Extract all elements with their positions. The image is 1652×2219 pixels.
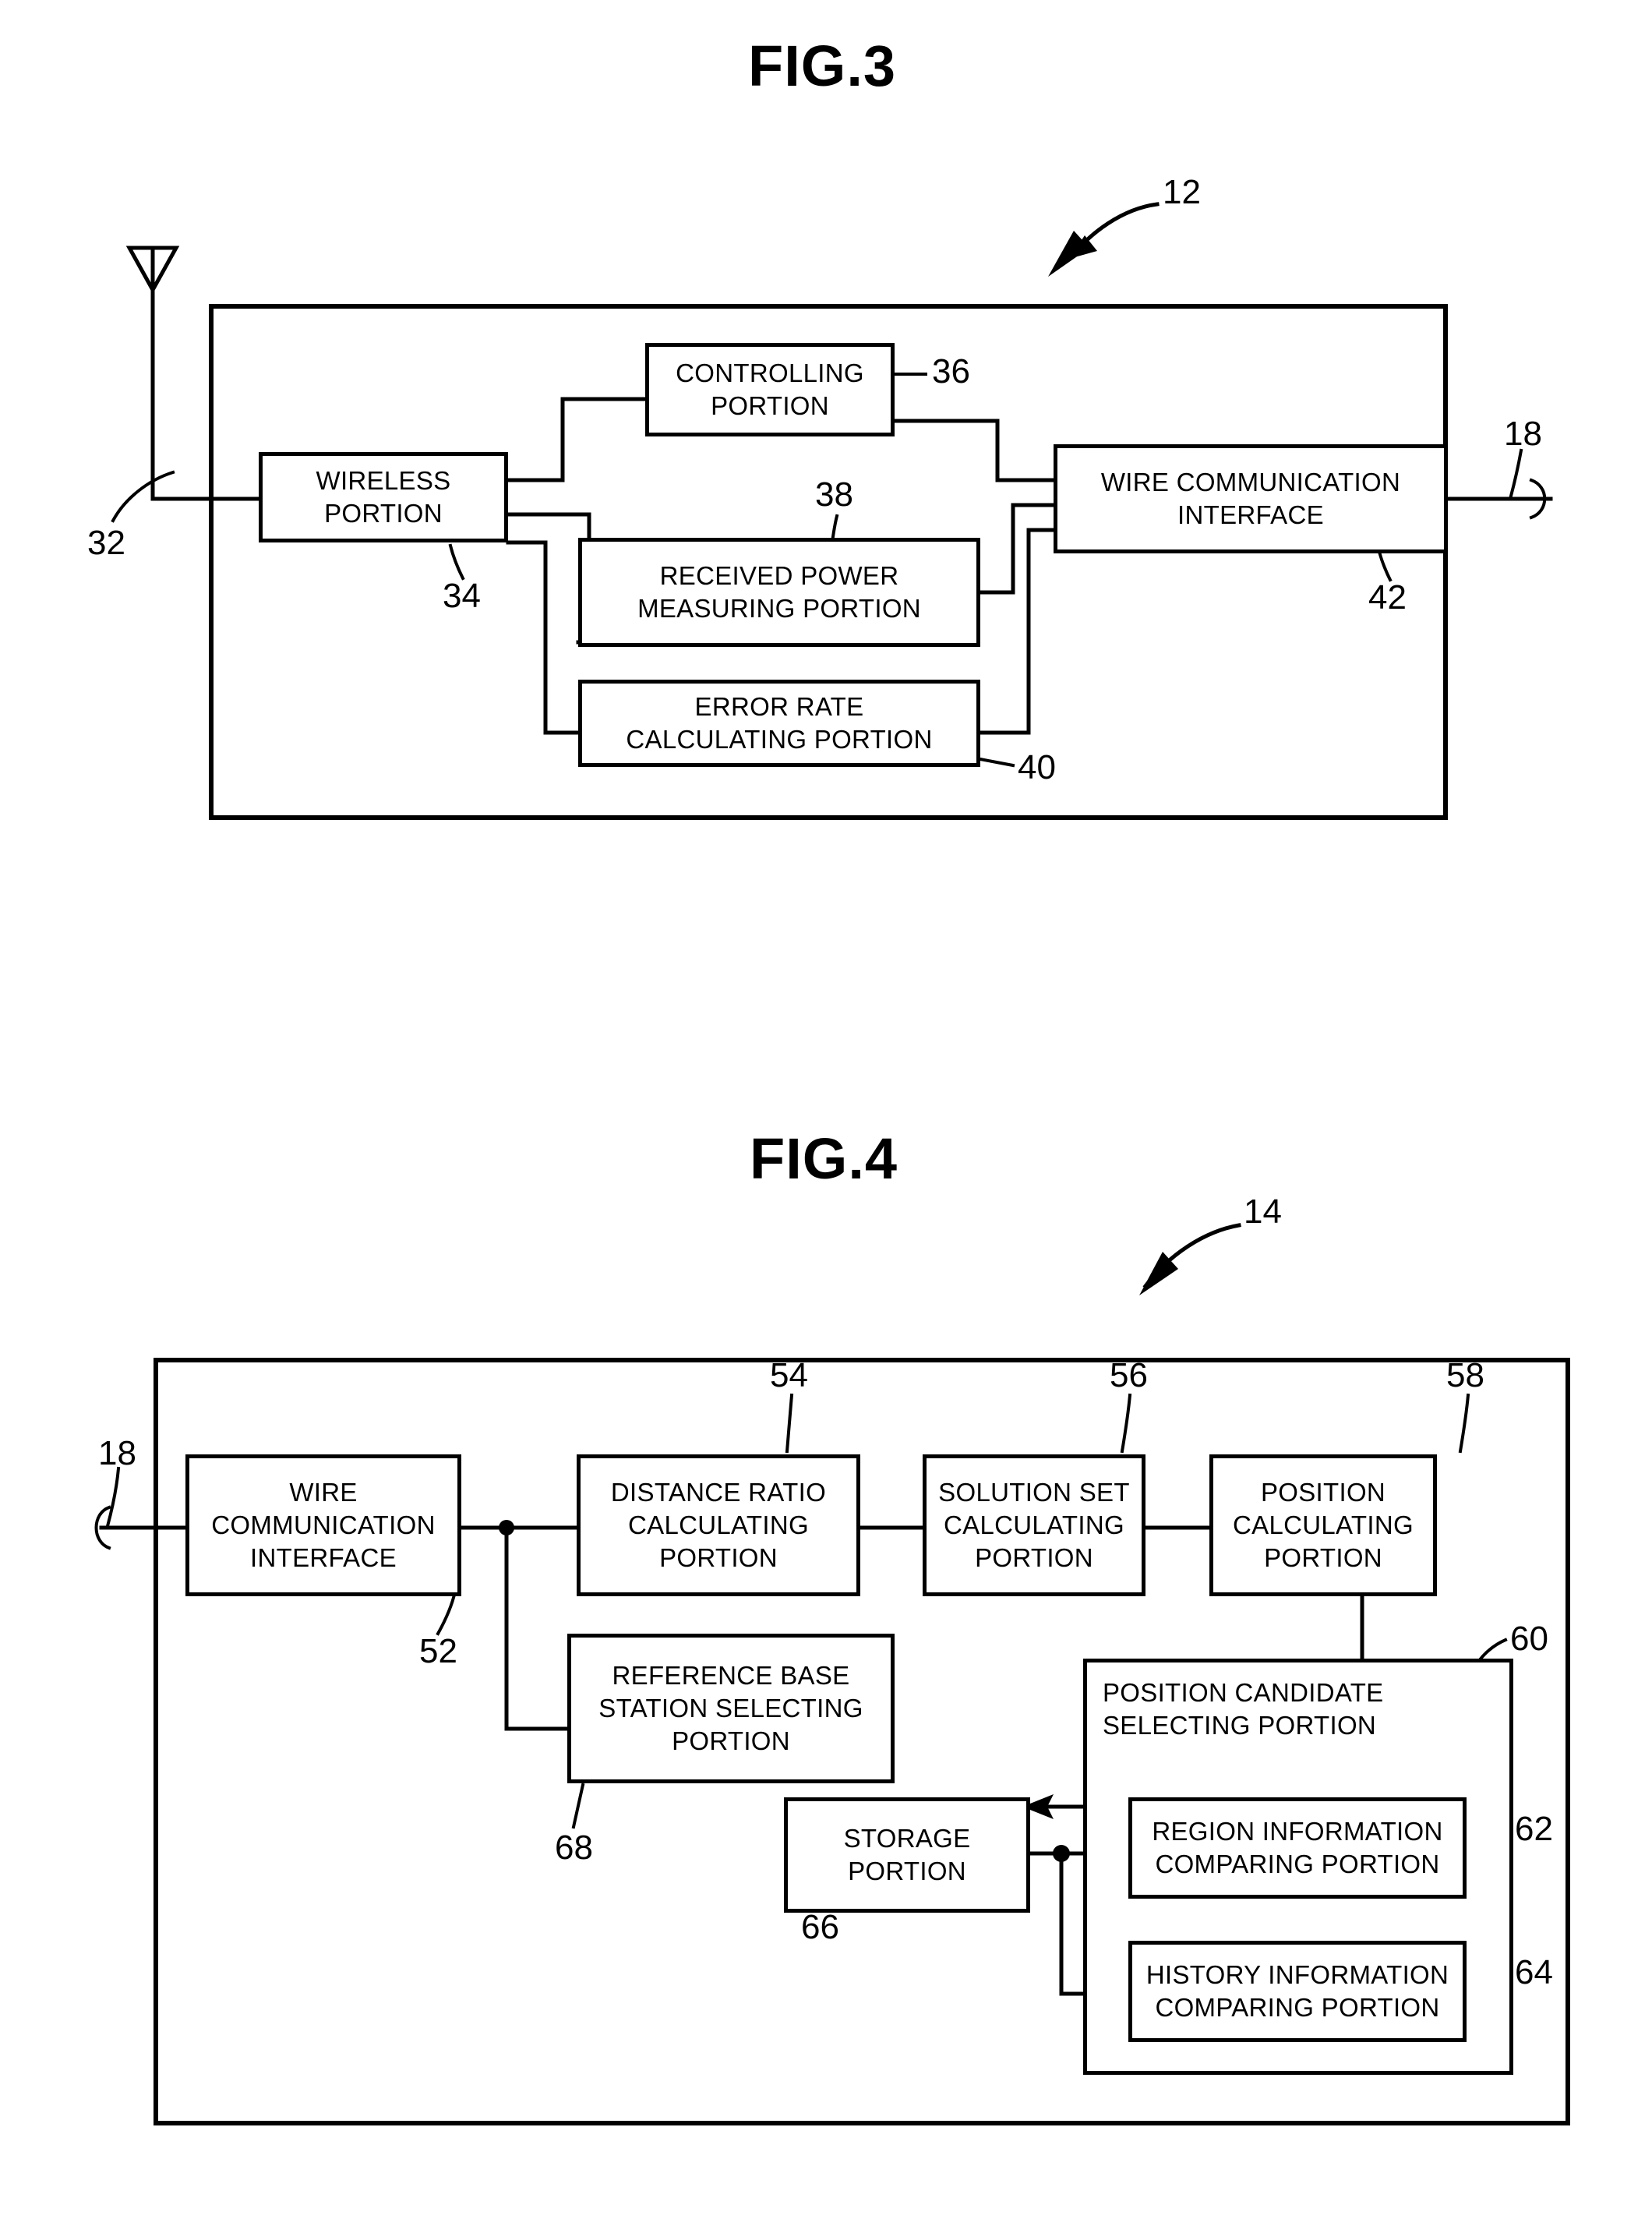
fig4-position-calculating-portion-label: POSITION CALCULATING PORTION xyxy=(1233,1477,1414,1573)
fig4-distance-ratio-calculating-portion-block: DISTANCE RATIO CALCULATING PORTION xyxy=(577,1454,860,1596)
fig3-wireless-portion-block: WIRELESS PORTION xyxy=(259,452,508,542)
figure-3-title: FIG.3 xyxy=(748,34,897,98)
fig4-reference-base-station-selecting-portion-label: REFERENCE BASE STATION SELECTING PORTION xyxy=(598,1660,863,1756)
fig4-solution-set-calculating-portion-label: SOLUTION SET CALCULATING PORTION xyxy=(938,1477,1130,1573)
fig4-reference-66: 66 xyxy=(801,1908,839,1946)
fig4-wire-communication-interface-block: WIRE COMMUNICATION INTERFACE xyxy=(185,1454,461,1596)
fig3-received-power-measuring-portion-block: RECEIVED POWER MEASURING PORTION xyxy=(578,538,980,647)
fig3-reference-34: 34 xyxy=(443,577,481,615)
fig4-reference-58: 58 xyxy=(1446,1356,1484,1394)
fig4-reference-14: 14 xyxy=(1244,1193,1282,1231)
fig4-solution-set-calculating-portion-block: SOLUTION SET CALCULATING PORTION xyxy=(923,1454,1145,1596)
fig3-error-rate-calculating-portion-label: ERROR RATE CALCULATING PORTION xyxy=(626,691,933,754)
fig3-wire-communication-interface-label: WIRE COMMUNICATION INTERFACE xyxy=(1100,467,1401,529)
fig4-storage-portion-block: STORAGE PORTION xyxy=(784,1797,1030,1913)
fig4-reference-52: 52 xyxy=(419,1632,457,1670)
fig3-reference-32: 32 xyxy=(87,524,125,562)
fig3-controlling-portion-label: CONTROLLING PORTION xyxy=(676,358,864,420)
fig4-storage-portion-label: STORAGE PORTION xyxy=(843,1823,971,1885)
fig4-reference-62: 62 xyxy=(1515,1810,1553,1848)
fig3-reference-36: 36 xyxy=(932,352,970,390)
fig3-reference-42: 42 xyxy=(1368,578,1407,617)
fig4-reference-18: 18 xyxy=(98,1434,136,1472)
figure-4-title: FIG.4 xyxy=(750,1126,898,1191)
fig4-reference-68: 68 xyxy=(555,1829,593,1867)
fig4-wire-communication-interface-label: WIRE COMMUNICATION INTERFACE xyxy=(211,1477,436,1573)
antenna-icon xyxy=(125,246,180,501)
fig3-reference-40: 40 xyxy=(1018,748,1056,786)
fig3-wire-communication-interface-block: WIRE COMMUNICATION INTERFACE xyxy=(1054,444,1448,553)
fig4-region-information-comparing-portion-block: REGION INFORMATION COMPARING PORTION xyxy=(1128,1797,1467,1899)
patent-drawing-sheet: FIG.3 WIRELESS PORTION CONTROLLING PORTI… xyxy=(0,0,1652,2219)
fig3-error-rate-calculating-portion-block: ERROR RATE CALCULATING PORTION xyxy=(578,680,980,767)
fig4-history-information-comparing-portion-label: HISTORY INFORMATION COMPARING PORTION xyxy=(1145,1959,1449,2022)
fig4-reference-64: 64 xyxy=(1515,1953,1553,1991)
fig3-wireless-portion-label: WIRELESS PORTION xyxy=(316,465,451,528)
fig3-reference-38: 38 xyxy=(815,475,853,514)
fig3-received-power-measuring-portion-label: RECEIVED POWER MEASURING PORTION xyxy=(637,560,921,623)
fig4-region-information-comparing-portion-label: REGION INFORMATION COMPARING PORTION xyxy=(1152,1816,1443,1878)
fig3-reference-12: 12 xyxy=(1163,173,1201,211)
fig4-position-candidate-selecting-portion-label: POSITION CANDIDATE SELECTING PORTION xyxy=(1103,1678,1384,1740)
fig4-reference-60: 60 xyxy=(1510,1620,1548,1658)
fig4-position-calculating-portion-block: POSITION CALCULATING PORTION xyxy=(1209,1454,1437,1596)
fig4-reference-56: 56 xyxy=(1110,1356,1148,1394)
fig4-reference-54: 54 xyxy=(770,1356,808,1394)
fig3-controlling-portion-block: CONTROLLING PORTION xyxy=(645,343,895,436)
fig4-history-information-comparing-portion-block: HISTORY INFORMATION COMPARING PORTION xyxy=(1128,1941,1467,2042)
fig3-reference-18: 18 xyxy=(1504,415,1542,453)
fig4-distance-ratio-calculating-portion-label: DISTANCE RATIO CALCULATING PORTION xyxy=(610,1477,827,1573)
fig4-reference-base-station-selecting-portion-block: REFERENCE BASE STATION SELECTING PORTION xyxy=(567,1634,895,1783)
